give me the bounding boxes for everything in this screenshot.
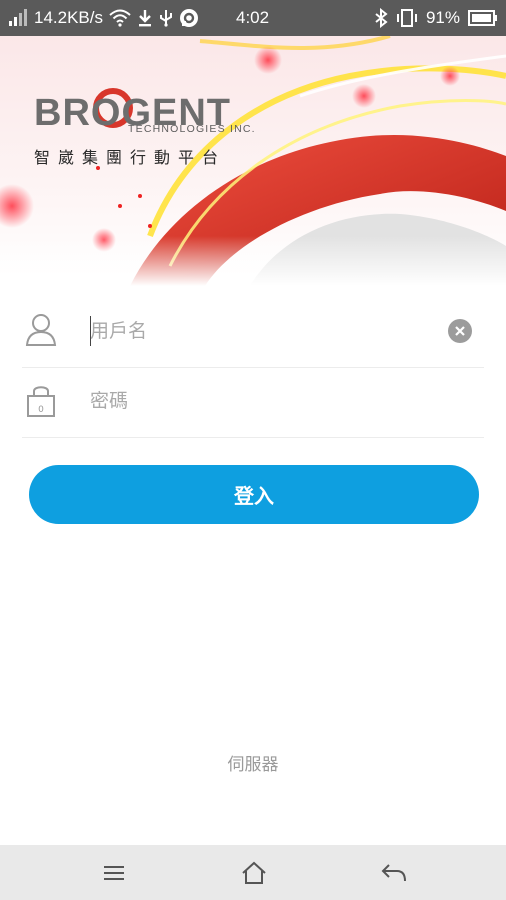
battery-icon <box>468 9 498 27</box>
server-link[interactable]: 伺服器 <box>0 750 506 775</box>
brand-subtitle: TECHNOLOGIES INC. <box>128 123 256 135</box>
usb-icon <box>159 9 173 27</box>
chat-icon <box>179 8 199 28</box>
password-row: 0 <box>22 367 484 438</box>
login-button[interactable]: 登入 <box>29 465 479 524</box>
back-icon[interactable] <box>379 858 409 888</box>
vibrate-icon <box>396 8 418 28</box>
clear-icon[interactable] <box>448 319 472 343</box>
clock: 4:02 <box>236 8 270 27</box>
username-row <box>22 297 484 368</box>
text-caret <box>90 316 91 346</box>
svg-text:0: 0 <box>38 405 44 415</box>
username-input[interactable] <box>90 314 430 348</box>
menu-icon[interactable] <box>99 858 129 888</box>
brand-banner: BROGENT TECHNOLOGIES INC. 智崴集團行動平台 <box>0 36 506 286</box>
brand-tagline: 智崴集團行動平台 <box>34 148 227 167</box>
wifi-icon <box>109 9 131 27</box>
password-input[interactable] <box>90 384 430 418</box>
navigation-bar <box>0 845 506 900</box>
battery-percent: 91% <box>425 8 460 27</box>
home-icon[interactable] <box>239 858 269 888</box>
status-bar: 14.2KB/s 4:02 91% <box>0 0 506 36</box>
download-icon <box>137 9 153 27</box>
bluetooth-icon <box>374 8 388 28</box>
lock-icon: 0 <box>24 382 58 418</box>
signal-icon <box>8 9 28 27</box>
network-speed: 14.2KB/s <box>34 8 103 27</box>
user-icon <box>24 312 58 348</box>
